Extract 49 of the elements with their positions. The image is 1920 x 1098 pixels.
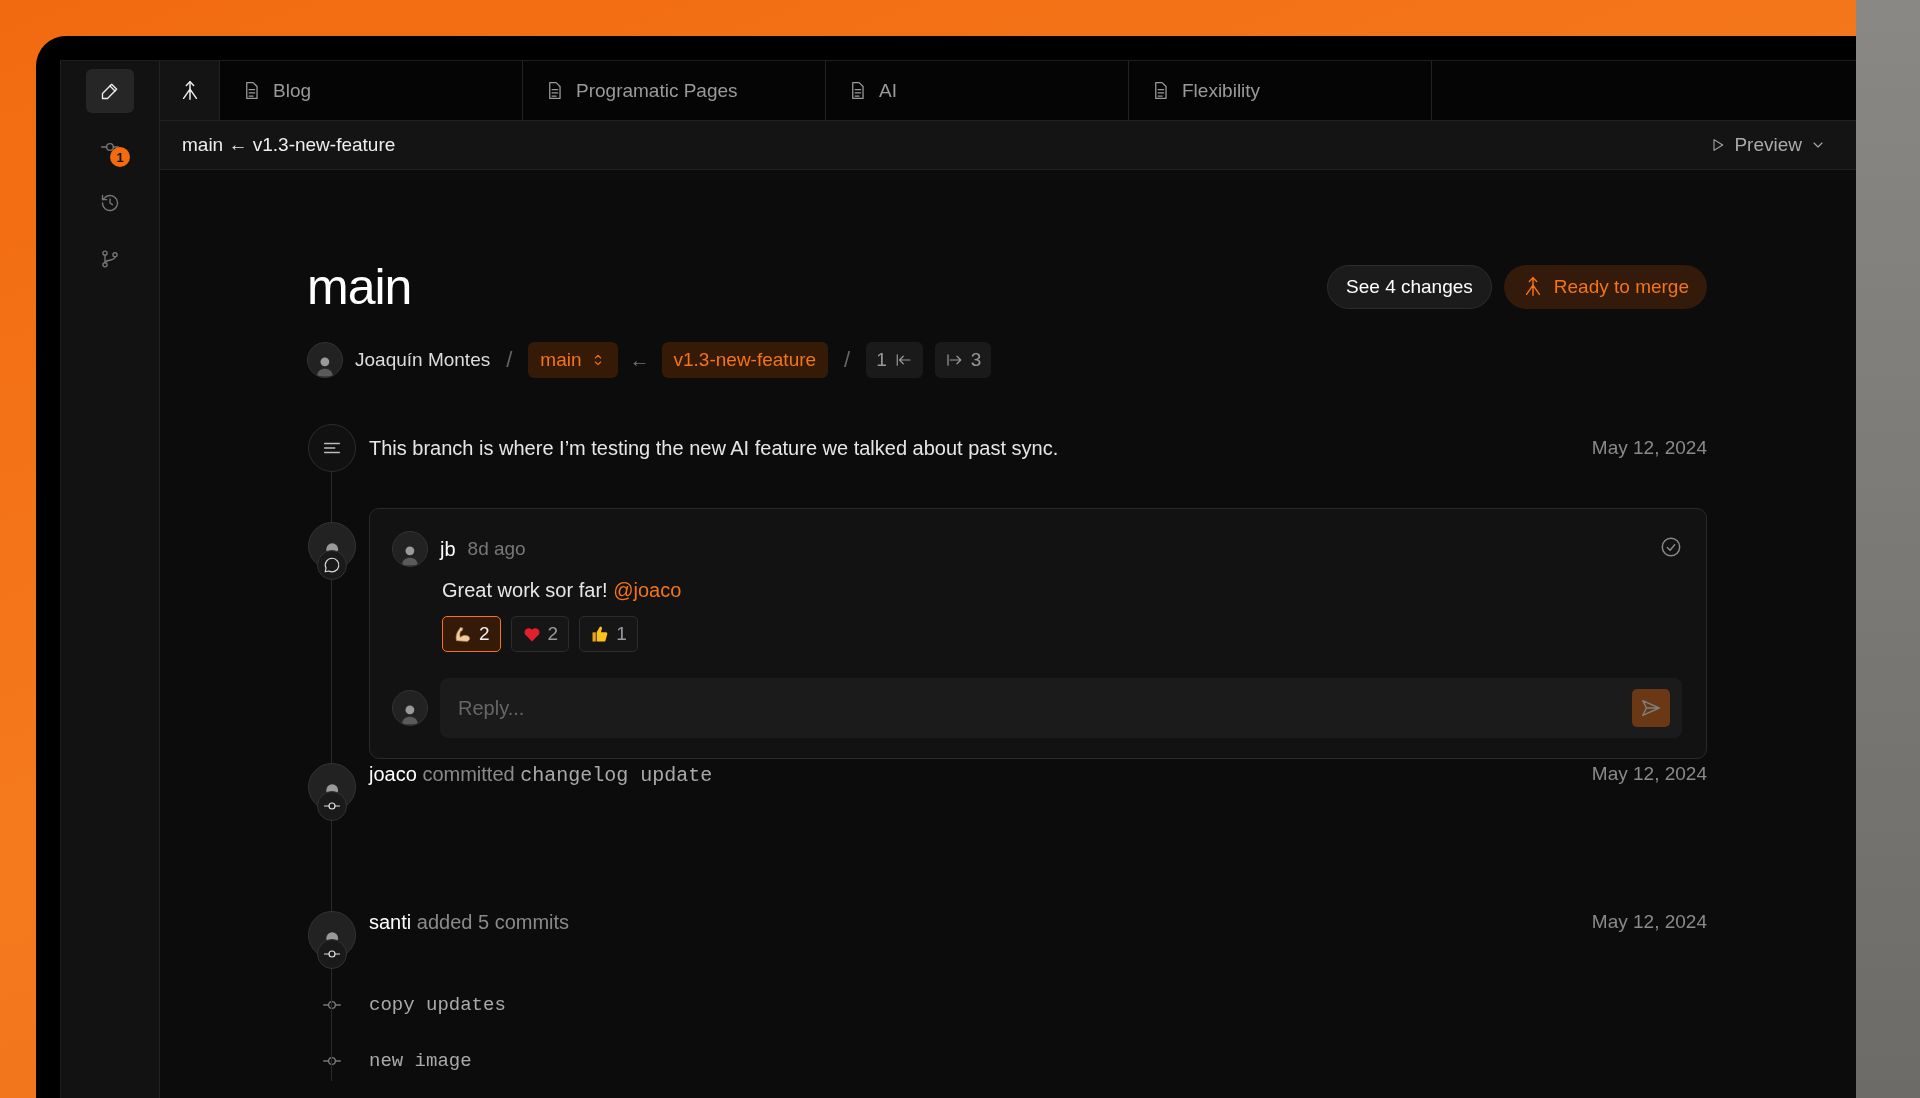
merge-button[interactable]: Ready to merge: [1503, 265, 1707, 309]
preview-button[interactable]: Preview: [1704, 133, 1832, 157]
reaction-button[interactable]: 2: [510, 616, 570, 652]
send-icon: [1640, 697, 1662, 719]
mention-link[interactable]: @joaco: [613, 579, 682, 601]
base-branch-select[interactable]: main: [528, 342, 618, 378]
page-tab[interactable]: Blog: [220, 61, 523, 120]
commit-message[interactable]: new image: [369, 1050, 472, 1072]
reaction-button[interactable]: 2: [442, 616, 501, 652]
reaction-button[interactable]: 1: [579, 616, 638, 652]
merge-tab[interactable]: [160, 61, 220, 120]
commit-message[interactable]: copy updates: [369, 994, 506, 1016]
branch-path: main ← v1.3-new-feature: [182, 134, 396, 156]
branch-icon: [100, 249, 120, 269]
count-badge: 1: [110, 147, 130, 167]
behind-count: 1: [866, 342, 923, 378]
commit-event: joaco committed changelog update: [369, 763, 713, 787]
reply-field[interactable]: Reply...: [440, 678, 1682, 738]
avatar: [392, 690, 428, 726]
avatar: [392, 531, 428, 567]
commits-event: santi added 5 commits: [369, 911, 570, 934]
pencil-icon: [100, 81, 120, 101]
ahead-count: 3: [934, 342, 992, 378]
separator: /: [844, 347, 851, 373]
date: May 12, 2024: [1591, 763, 1707, 785]
author-name: Joaquín Montes: [355, 349, 491, 371]
history-icon: [100, 193, 120, 213]
arrow-to-bar-icon: [894, 351, 913, 369]
comment-text: Great work sor far! @joaco: [442, 579, 683, 602]
flexed-arm-icon: [453, 624, 473, 644]
arrow-from-bar-icon: [944, 351, 963, 369]
check-circle-icon: [1660, 536, 1682, 558]
comment-author: jb: [440, 537, 456, 561]
head-branch-chip[interactable]: v1.3-new-feature: [661, 342, 829, 378]
comment-time: 8d ago: [467, 538, 526, 560]
branch-description: This branch is where I’m testing the new AI feature we talked about past sync.: [369, 436, 1059, 460]
separator: /: [506, 347, 513, 373]
page-tab[interactable]: Programatic Pages: [523, 61, 826, 120]
see-changes-button[interactable]: See 4 changes: [1327, 265, 1492, 309]
page-title: main: [307, 258, 412, 316]
avatar: [307, 342, 343, 378]
arrow-glyph: ←: [629, 348, 650, 372]
page-tab[interactable]: AI: [826, 61, 1129, 120]
pencil-tool[interactable]: [86, 69, 134, 113]
date: May 12, 2024: [1591, 437, 1707, 459]
send-button[interactable]: [1632, 689, 1670, 727]
commit-tool[interactable]: 1: [86, 125, 134, 169]
date: May 12, 2024: [1591, 911, 1707, 933]
page-tab[interactable]: Flexibility: [1129, 61, 1432, 120]
